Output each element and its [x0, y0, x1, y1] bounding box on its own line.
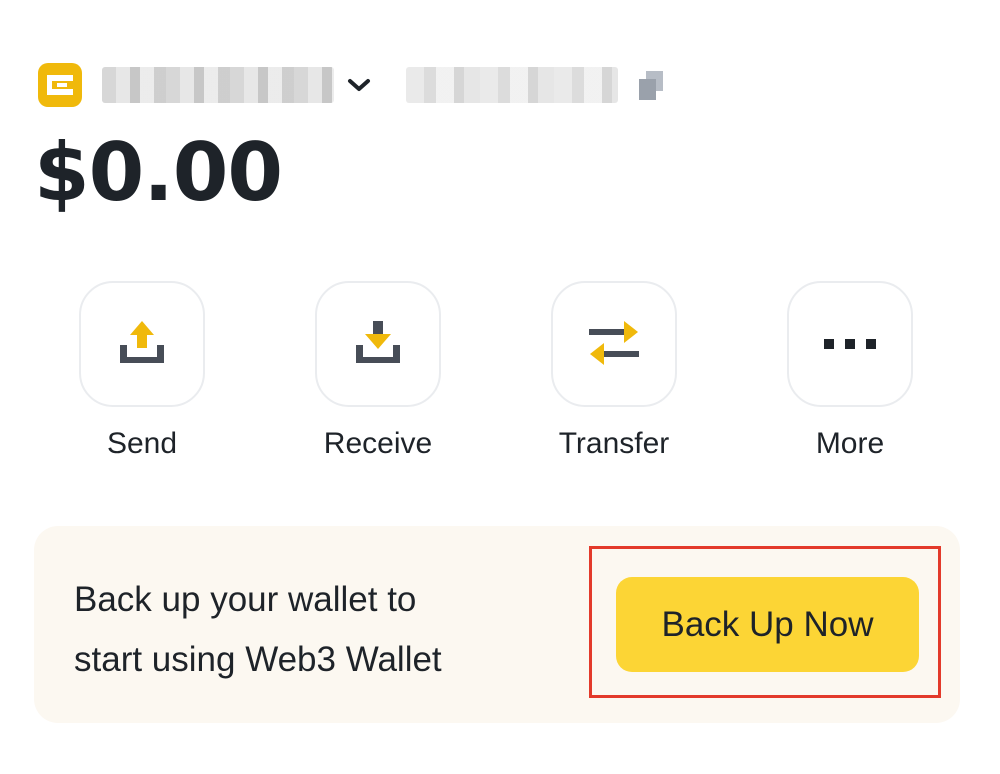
- back-up-now-button[interactable]: Back Up Now: [616, 577, 919, 672]
- wallet-header: [38, 62, 666, 108]
- backup-message-line1: Back up your wallet to: [74, 580, 417, 619]
- more-label: More: [815, 427, 885, 460]
- send-action[interactable]: Send: [52, 281, 232, 461]
- copy-icon[interactable]: [636, 68, 666, 102]
- wallet-name-blurred[interactable]: [102, 67, 334, 103]
- wallet-page: $0.00 Send Receive Transfer More Back up…: [0, 0, 1000, 774]
- wallet-logo-icon: [38, 63, 82, 107]
- transfer-button[interactable]: [551, 281, 677, 407]
- receive-action[interactable]: Receive: [288, 281, 468, 461]
- backup-message: Back up your wallet to start using Web3 …: [74, 570, 554, 690]
- backup-message-line2: start using Web3 Wallet: [74, 640, 442, 679]
- chevron-down-icon[interactable]: [342, 68, 376, 102]
- receive-download-icon: [356, 321, 400, 363]
- wallet-address-blurred: [406, 67, 618, 103]
- more-dots-icon: [824, 339, 876, 349]
- transfer-arrows-icon: [589, 321, 639, 365]
- send-upload-icon: [120, 321, 164, 363]
- balance-amount: $0.00: [34, 126, 283, 219]
- transfer-label: Transfer: [558, 427, 670, 460]
- more-action[interactable]: More: [760, 281, 940, 461]
- transfer-action[interactable]: Transfer: [524, 281, 704, 461]
- more-button[interactable]: [787, 281, 913, 407]
- send-button[interactable]: [79, 281, 205, 407]
- receive-button[interactable]: [315, 281, 441, 407]
- backup-banner: Back up your wallet to start using Web3 …: [34, 526, 960, 723]
- receive-label: Receive: [323, 427, 433, 460]
- send-label: Send: [106, 427, 178, 460]
